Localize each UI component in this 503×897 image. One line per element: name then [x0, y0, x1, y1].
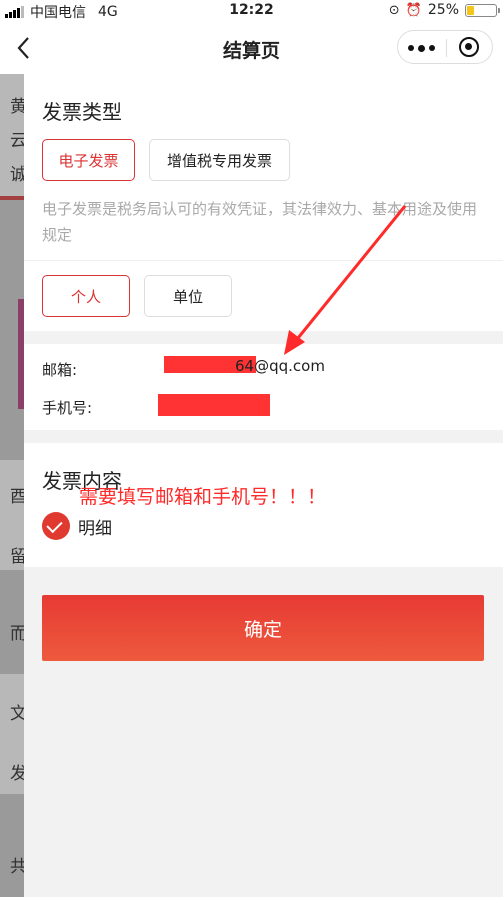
alarm-icon: ⏰ — [405, 2, 422, 18]
background-glyph: 黄 — [10, 97, 24, 117]
battery-icon — [465, 3, 500, 17]
invoice-type-title: 发票类型 — [42, 100, 122, 124]
battery-percent: 25% — [427, 2, 459, 18]
email-label: 邮箱: — [42, 361, 78, 379]
status-bar-right: ⊙ ⏰ 25% — [388, 2, 500, 18]
option-company[interactable]: 单位 — [144, 275, 232, 317]
orientation-lock-icon: ⊙ — [388, 2, 400, 18]
background-page-overlay: 黄 云 诚 酉 留 而 文 发 共 — [0, 74, 24, 897]
invoice-content-option-label[interactable]: 明细 — [78, 514, 112, 539]
background-glyph: 文 — [10, 704, 24, 724]
status-bar: 中国电信 4G 12:22 ⊙ ⏰ 25% — [0, 0, 503, 22]
background-glyph: 留 — [10, 547, 24, 567]
phone-field-redacted[interactable] — [158, 394, 270, 416]
background-glyph: 酉 — [10, 487, 24, 507]
capsule-divider — [446, 39, 447, 57]
background-red-line — [0, 196, 24, 200]
more-dots-icon[interactable] — [408, 44, 435, 52]
background-glyph: 发 — [10, 764, 24, 784]
divider — [24, 260, 503, 261]
confirm-button[interactable]: 确定 — [42, 595, 484, 661]
phone-label: 手机号: — [42, 399, 93, 417]
background-glyph: 云 — [10, 131, 24, 151]
option-electronic-invoice[interactable]: 电子发票 — [42, 139, 135, 181]
checkmark-icon[interactable] — [42, 512, 70, 540]
background-glyph: 诚 — [10, 165, 24, 185]
annotation-text: 需要填写邮箱和手机号！！！ — [79, 486, 327, 508]
background-glyph: 共 — [10, 857, 24, 877]
contact-card: 邮箱: 64@qq.com 手机号: — [24, 344, 503, 430]
invoice-type-description: 电子发票是税务局认可的有效凭证，其法律效力、基本用途及使用规定 — [42, 200, 478, 244]
option-vat-special-invoice[interactable]: 增值税专用发票 — [149, 139, 290, 181]
invoice-type-card: 发票类型 电子发票 增值税专用发票 电子发票是税务局认可的有效凭证，其法律效力、… — [24, 74, 503, 331]
mini-program-capsule — [397, 30, 493, 64]
background-glyph: 而 — [10, 624, 24, 644]
target-circle-icon[interactable] — [459, 37, 479, 57]
email-field[interactable]: 64@qq.com — [235, 357, 325, 375]
nav-bar: 结算页 — [0, 22, 503, 74]
option-personal[interactable]: 个人 — [42, 275, 130, 317]
